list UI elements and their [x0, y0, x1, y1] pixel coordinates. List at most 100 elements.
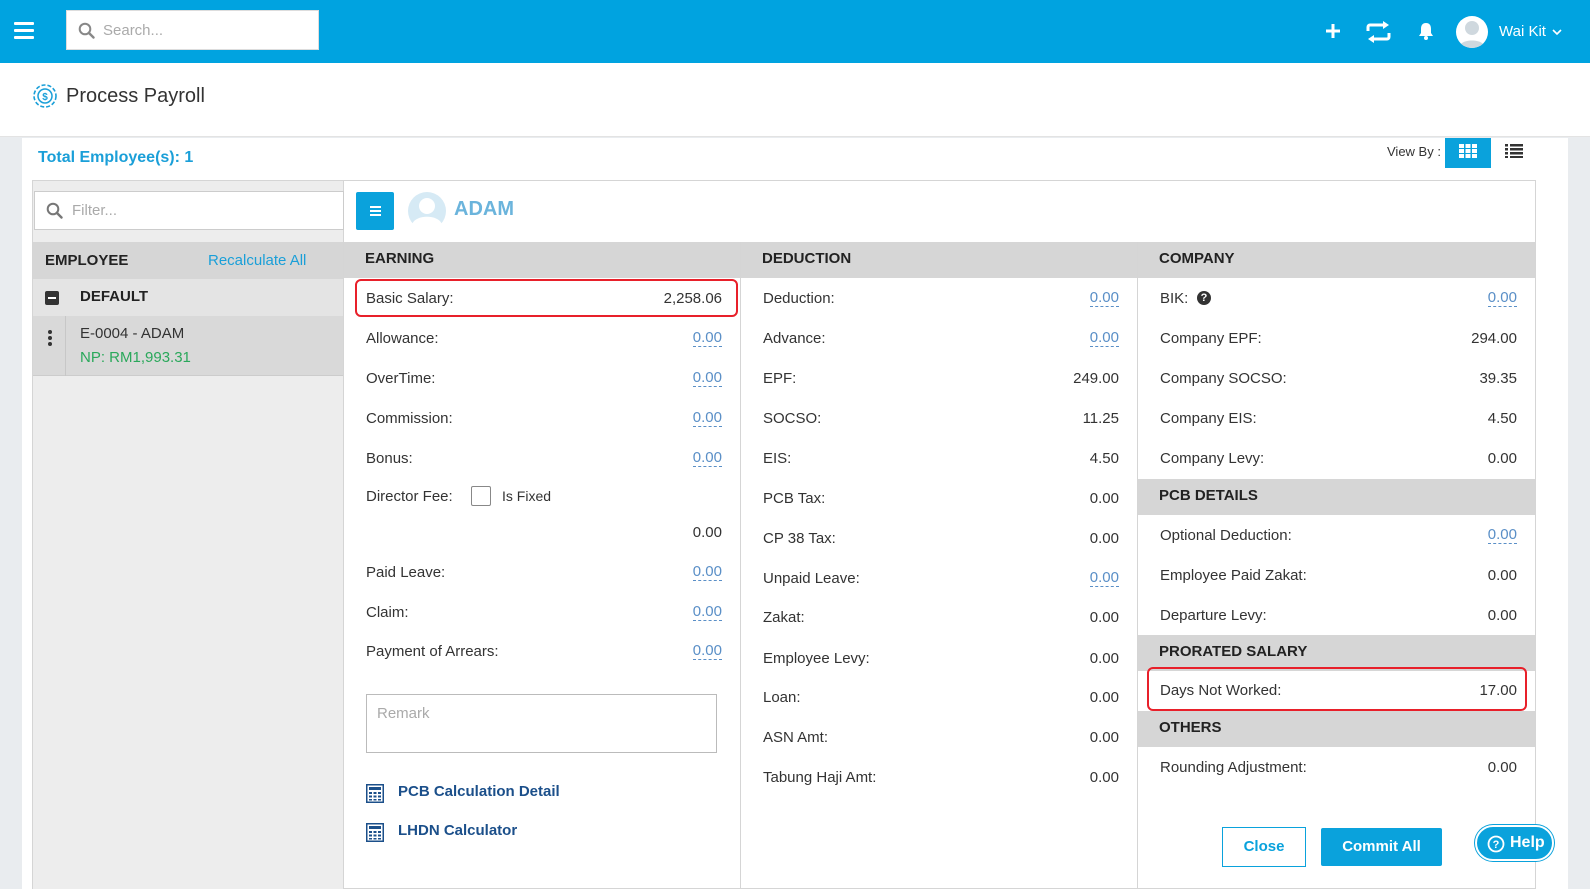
recalculate-all-link[interactable]: Recalculate All [208, 252, 306, 269]
earning-row-basic-salary: Basic Salary: 2,258.06 [344, 279, 740, 319]
collapse-icon[interactable] [45, 291, 59, 305]
employee-row[interactable]: E-0004 - ADAM NP: RM1,993.31 [33, 316, 343, 376]
deduction-label: Zakat: [763, 609, 805, 626]
deduction-value-link[interactable]: 0.00 [1089, 330, 1119, 347]
deduction-value-link[interactable]: 0.00 [1089, 570, 1119, 587]
pcb-calculation-label: PCB Calculation Detail [398, 783, 560, 800]
deduction-row: ASN Amt: 0.00 [741, 718, 1137, 758]
search-input[interactable] [103, 11, 313, 49]
bell-icon[interactable] [1418, 22, 1434, 40]
deduction-value: 0.00 [1089, 490, 1119, 507]
company-value: 294.00 [1471, 330, 1517, 347]
deduction-value: 0.00 [1089, 729, 1119, 746]
list-view-button[interactable] [1502, 138, 1526, 168]
prorated-salary-header: PRORATED SALARY [1138, 635, 1535, 671]
filter-input[interactable] [72, 192, 332, 229]
deduction-row: PCB Tax: 0.00 [741, 479, 1137, 519]
deduction-value: 4.50 [1089, 450, 1119, 467]
deduction-header-label: DEDUCTION [762, 250, 852, 267]
deduction-label: Loan: [763, 689, 801, 706]
deduction-row: Employee Levy: 0.00 [741, 639, 1137, 679]
is-fixed-label: Is Fixed [502, 488, 552, 504]
deduction-value: 0.00 [1089, 689, 1119, 706]
menu-icon[interactable] [14, 22, 34, 40]
company-row: Company EPF: 294.00 [1138, 319, 1535, 359]
user-avatar-icon[interactable] [1456, 16, 1488, 48]
company-column: COMPANY BIK: ? 0.00 Company EPF: 294.00 C… [1138, 242, 1535, 889]
earning-value-link[interactable]: 0.00 [692, 604, 722, 621]
prorated-row: Days Not Worked: 17.00 [1138, 671, 1535, 711]
pcb-value: 0.00 [1487, 567, 1517, 584]
list-view-icon [1505, 144, 1523, 158]
pcb-value-link[interactable]: 0.00 [1487, 527, 1517, 544]
kebab-menu-icon[interactable] [33, 316, 66, 376]
grid-view-icon [1459, 144, 1477, 158]
company-label: BIK: [1160, 290, 1189, 307]
earning-value-link[interactable]: 0.00 [692, 564, 722, 581]
svg-text:?: ? [1493, 839, 1500, 851]
earning-row-director-fee-value: 0.00 [344, 513, 740, 553]
grid-view-button[interactable] [1445, 138, 1491, 168]
remark-textarea[interactable] [366, 694, 717, 753]
company-value: 4.50 [1487, 410, 1517, 427]
employee-net-pay: NP: RM1,993.31 [80, 349, 191, 366]
prorated-label: Days Not Worked: [1160, 682, 1282, 699]
earning-label: Commission: [366, 410, 453, 427]
employee-panel: EMPLOYEE Recalculate All DEFAULT E-0004 … [33, 181, 344, 889]
earning-label: Basic Salary: [366, 290, 454, 307]
page-header: $ Process Payroll [0, 63, 1590, 137]
top-bar: Wai Kit [0, 0, 1590, 63]
question-icon[interactable]: ? [1197, 291, 1211, 305]
prorated-value: 17.00 [1479, 682, 1517, 699]
payroll-icon: $ [33, 84, 57, 108]
filter-box[interactable] [34, 191, 344, 230]
user-menu[interactable]: Wai Kit [1499, 23, 1562, 40]
earning-header: EARNING [344, 242, 740, 278]
help-button[interactable]: ? Help [1475, 825, 1554, 861]
earning-row-allowance: Allowance: 0.00 [344, 319, 740, 359]
company-value: 0.00 [1487, 450, 1517, 467]
earning-row-arrears: Payment of Arrears: 0.00 [344, 632, 740, 672]
company-header-label: COMPANY [1159, 250, 1235, 267]
earning-value-link[interactable]: 0.00 [692, 370, 722, 387]
employee-menu-button[interactable] [356, 192, 394, 230]
earning-label: Bonus: [366, 450, 413, 467]
company-label: Company EIS: [1160, 410, 1257, 427]
is-fixed-checkbox[interactable] [471, 486, 491, 506]
deduction-row: Loan: 0.00 [741, 678, 1137, 718]
earning-value-link[interactable]: 0.00 [692, 450, 722, 467]
plus-icon[interactable] [1326, 24, 1340, 38]
employee-code: E-0004 - ADAM [80, 325, 185, 342]
deduction-row: Advance: 0.00 [741, 319, 1137, 359]
deduction-row: EIS: 4.50 [741, 439, 1137, 479]
deduction-label: EPF: [763, 370, 797, 387]
deduction-column: DEDUCTION Deduction: 0.00 Advance: 0.00 EP… [741, 242, 1138, 889]
commit-all-button[interactable]: Commit All [1321, 828, 1442, 866]
company-header: COMPANY [1138, 242, 1535, 278]
search-icon [46, 202, 63, 219]
company-value-link[interactable]: 0.00 [1487, 290, 1517, 307]
earning-row-bonus: Bonus: 0.00 [344, 439, 740, 479]
earning-row-claim: Claim: 0.00 [344, 593, 740, 633]
group-name: DEFAULT [80, 288, 149, 305]
deduction-row: SOCSO: 11.25 [741, 399, 1137, 439]
company-label: Company EPF: [1160, 330, 1262, 347]
sync-icon[interactable] [1365, 21, 1392, 43]
company-row: Company SOCSO: 39.35 [1138, 359, 1535, 399]
earning-value-link[interactable]: 0.00 [692, 643, 722, 660]
close-button[interactable]: Close [1222, 827, 1306, 867]
payroll-main: EMPLOYEE Recalculate All DEFAULT E-0004 … [32, 180, 1536, 889]
others-value: 0.00 [1487, 759, 1517, 776]
employee-header: EMPLOYEE Recalculate All [33, 242, 343, 279]
group-row[interactable]: DEFAULT [33, 279, 343, 316]
earning-value-link[interactable]: 0.00 [692, 410, 722, 427]
pcb-label: Optional Deduction: [1160, 527, 1292, 544]
svg-text:$: $ [42, 92, 48, 103]
deduction-value-link[interactable]: 0.00 [1089, 290, 1119, 307]
company-row: Company EIS: 4.50 [1138, 399, 1535, 439]
earning-value-link[interactable]: 0.00 [692, 330, 722, 347]
deduction-label: SOCSO: [763, 410, 822, 427]
company-label: Company Levy: [1160, 450, 1265, 467]
earning-value[interactable]: 0.00 [693, 524, 722, 541]
search-box[interactable] [66, 10, 319, 50]
